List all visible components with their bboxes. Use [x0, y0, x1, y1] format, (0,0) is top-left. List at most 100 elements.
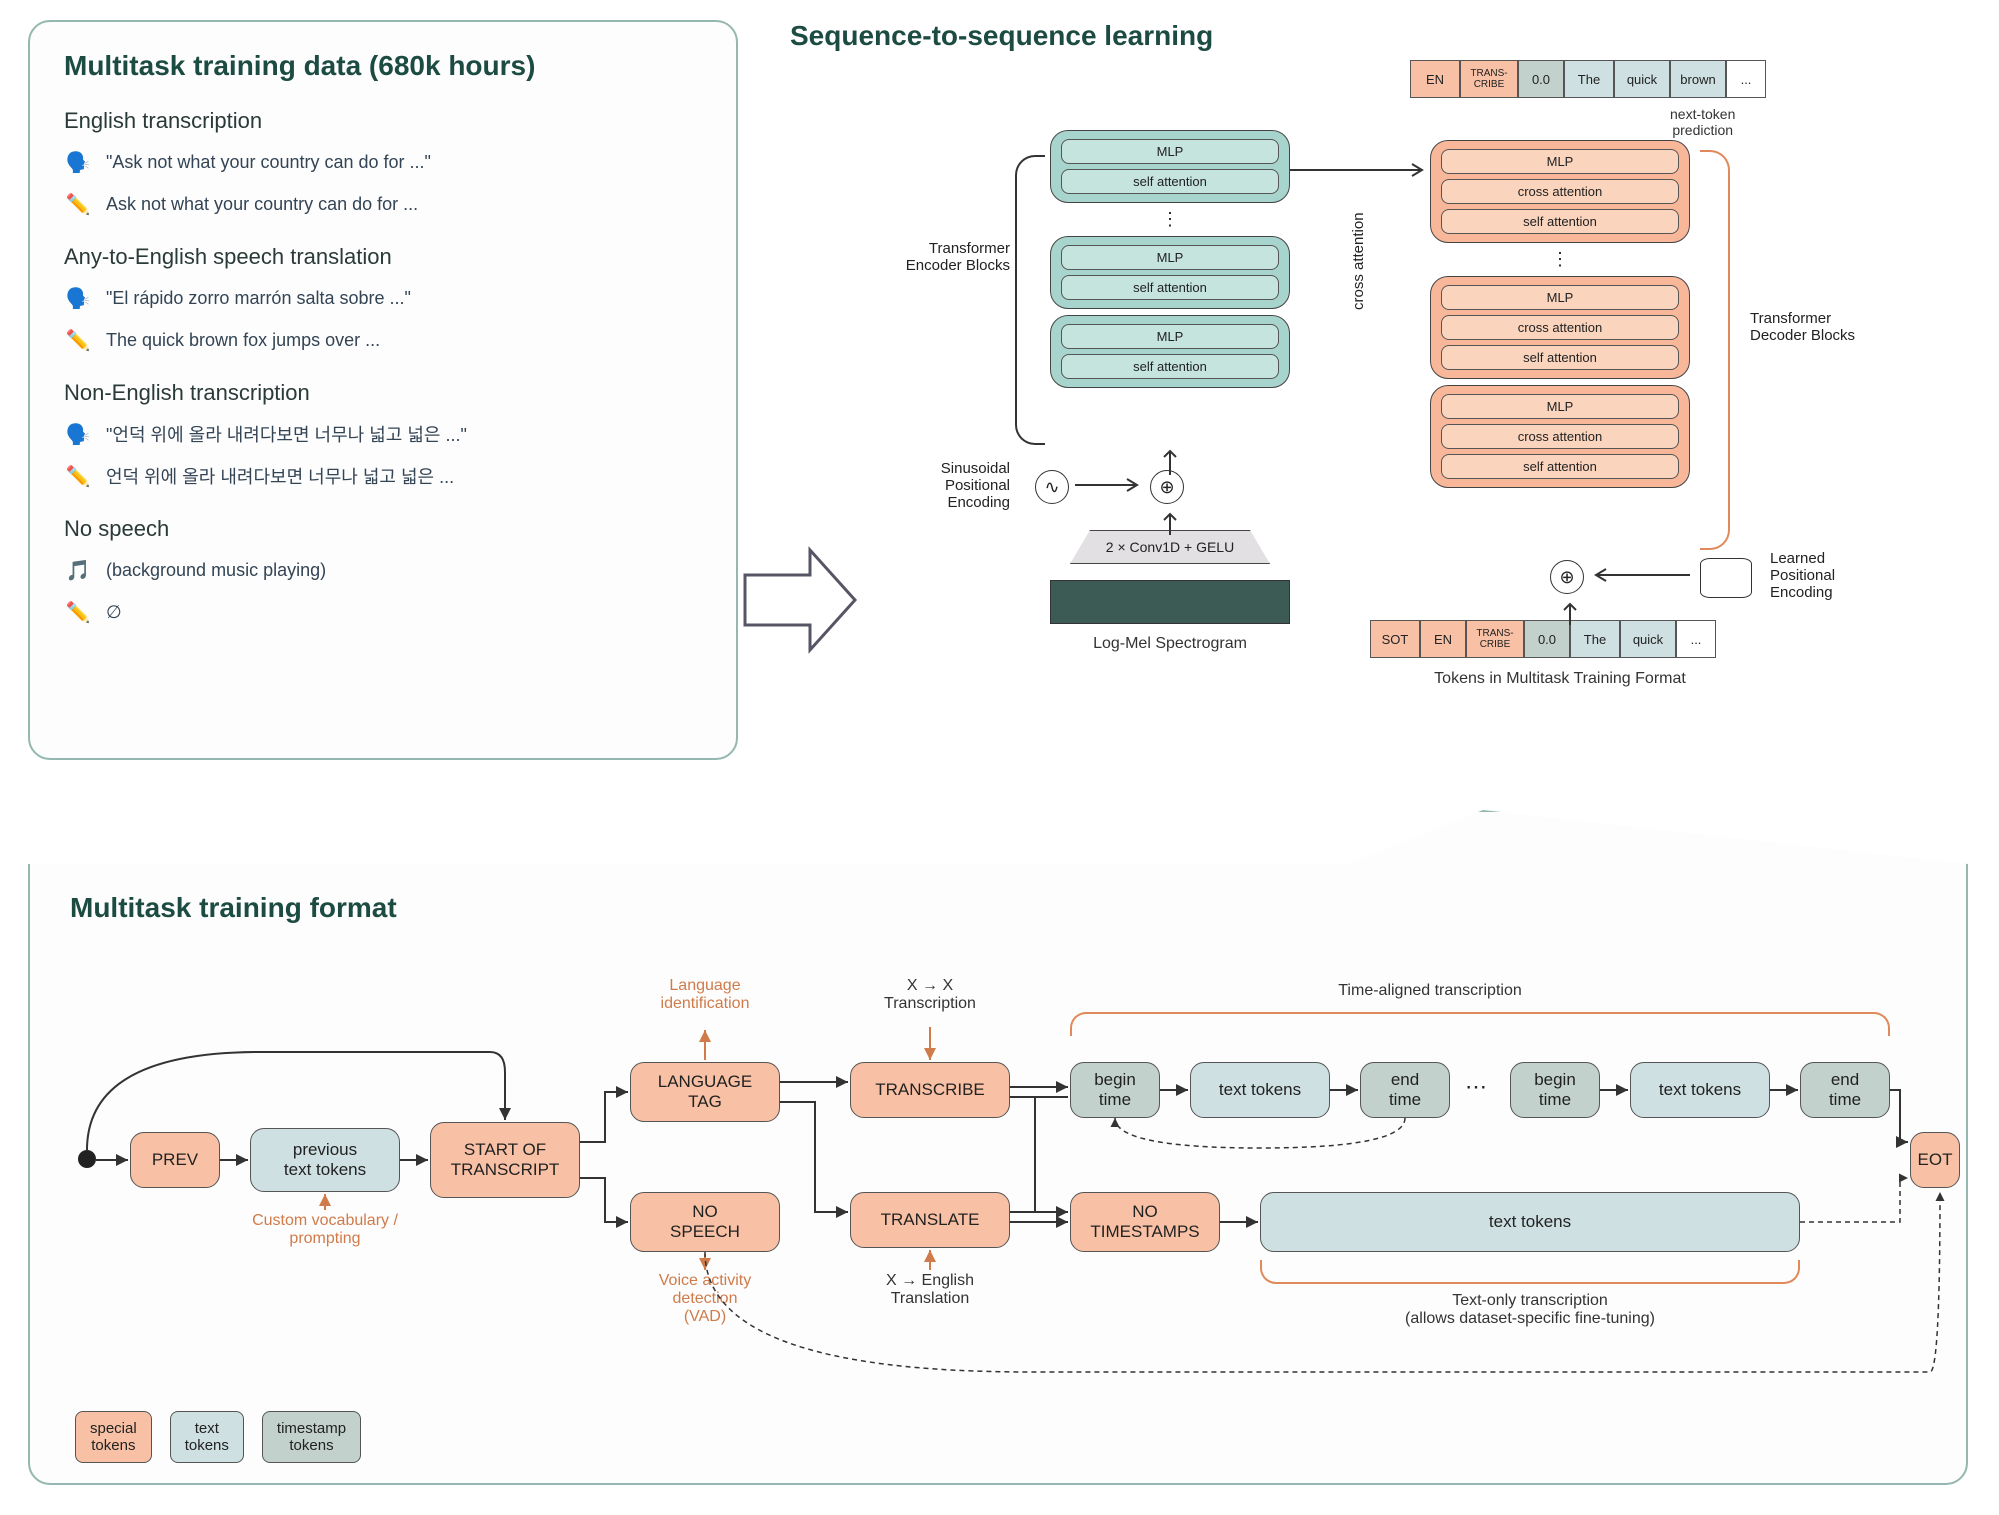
add-icon-2: ⊕ — [1550, 560, 1584, 594]
inputs-label: Tokens in Multitask Training Format — [1370, 670, 1750, 688]
decoder-block-top: MLP cross attention self attention — [1430, 140, 1690, 243]
seq2seq-title: Sequence-to-sequence learning — [790, 20, 1213, 52]
start-of-transcript-token: START OF TRANSCRIPT — [430, 1122, 580, 1198]
encoder-block-mid: MLP self attention — [1050, 236, 1290, 309]
encoder-stack: MLP self attention ⋮ MLP self attention … — [1050, 130, 1290, 388]
vdots-icon: ⋮ — [1430, 249, 1690, 270]
begin-time-token-2: begin time — [1510, 1062, 1600, 1118]
decoder-self-attn-2: self attention — [1441, 345, 1679, 370]
prev-text-tokens: previous text tokens — [250, 1128, 400, 1192]
learned-pe-label: Learned Positional Encoding — [1770, 550, 1930, 601]
text-tokens-box-2: text tokens — [1630, 1062, 1770, 1118]
pencil-icon: ✏️ — [64, 462, 92, 490]
en-audio-example: 🗣️ "Ask not what your country can do for… — [64, 148, 702, 176]
nospeech-text-value: ∅ — [106, 602, 122, 623]
encoder-self-attn: self attention — [1061, 169, 1279, 194]
up-arrow-icon — [1560, 600, 1580, 625]
pencil-icon: ✏️ — [64, 598, 92, 626]
translate-audio-example: 🗣️ "El rápido zorro marrón salta sobre .… — [64, 284, 702, 312]
token-transcribe-2: TRANS- CRIBE — [1466, 620, 1524, 658]
cylinder-icon — [1700, 558, 1752, 598]
right-arrow-icon — [1075, 475, 1145, 495]
nospeech-audio-text: (background music playing) — [106, 560, 326, 581]
training-data-title: Multitask training data (680k hours) — [64, 50, 702, 82]
time-aligned-label: Time-aligned transcription — [1230, 982, 1630, 1000]
translate-text-example: ✏️ The quick brown fox jumps over ... — [64, 326, 702, 354]
decoder-block-mid: MLP cross attention self attention — [1430, 276, 1690, 379]
decoder-block-bottom: MLP cross attention self attention — [1430, 385, 1690, 488]
language-tag-token: LANGUAGE TAG — [630, 1062, 780, 1122]
english-transcription-heading: English transcription — [64, 108, 702, 134]
text-only-label: Text-only transcription (allows dataset-… — [1310, 1292, 1750, 1328]
encoder-block-top: MLP self attention — [1050, 130, 1290, 203]
encoder-self-attn-2: self attention — [1061, 275, 1279, 300]
training-data-panel: Multitask training data (680k hours) Eng… — [28, 20, 738, 760]
pencil-icon: ✏️ — [64, 326, 92, 354]
legend-text: text tokens — [170, 1411, 244, 1463]
token-transcribe: TRANS- CRIBE — [1460, 60, 1518, 98]
vdots-icon: ⋮ — [1050, 209, 1290, 230]
token-ellipsis-2: ... — [1676, 620, 1716, 658]
start-dot-icon — [78, 1150, 96, 1168]
up-arrow-icon — [1160, 445, 1180, 475]
en-text-example: ✏️ Ask not what your country can do for … — [64, 190, 702, 218]
token-quick-2: quick — [1620, 620, 1676, 658]
token-brown: brown — [1670, 60, 1726, 98]
token-ellipsis: ... — [1726, 60, 1766, 98]
logmel-label: Log-Mel Spectrogram — [1050, 635, 1290, 653]
end-time-token-2: end time — [1800, 1062, 1890, 1118]
brace-encoder-icon — [1015, 155, 1045, 445]
pencil-icon: ✏️ — [64, 190, 92, 218]
prev-token: PREV — [130, 1132, 220, 1188]
speaker-icon: 🗣️ — [64, 148, 92, 176]
decoder-cross-attn-2: cross attention — [1441, 315, 1679, 340]
encoder-mlp-2: MLP — [1061, 245, 1279, 270]
token-en-2: EN — [1420, 620, 1466, 658]
no-speech-token: NO SPEECH — [630, 1192, 780, 1252]
decoder-label: Transformer Decoder Blocks — [1750, 310, 1920, 344]
custom-prompting-label: Custom vocabulary / prompting — [220, 1212, 430, 1248]
up-arrow-icon — [1160, 510, 1180, 535]
en-text-value: Ask not what your country can do for ... — [106, 194, 418, 215]
right-arrow-icon — [1290, 160, 1430, 180]
encoder-mlp: MLP — [1061, 139, 1279, 164]
cross-attention-label: cross attention — [1350, 212, 1367, 310]
music-icon: 🎵 — [64, 556, 92, 584]
vad-label: Voice activity detection (VAD) — [620, 1272, 790, 1326]
decoder-stack: MLP cross attention self attention ⋮ MLP… — [1430, 140, 1690, 488]
token-ts-2: 0.0 — [1524, 620, 1570, 658]
next-token-prediction-label: next-token prediction — [1670, 106, 1735, 138]
translate-text-value: The quick brown fox jumps over ... — [106, 330, 380, 351]
decoder-mlp-2: MLP — [1441, 285, 1679, 310]
sin-pe-label: Sinusoidal Positional Encoding — [830, 460, 1010, 511]
nonen-text-example: ✏️ 언덕 위에 올라 내려다보면 너무나 넓고 넓은 ... — [64, 462, 702, 490]
nospeech-audio-example: 🎵 (background music playing) — [64, 556, 702, 584]
brace-time-aligned-icon — [1070, 1012, 1890, 1036]
decoder-mlp-3: MLP — [1441, 394, 1679, 419]
input-tokens-row: SOT EN TRANS- CRIBE 0.0 The quick ... — [1370, 620, 1716, 658]
seq2seq-diagram: EN TRANS- CRIBE 0.0 The quick brown ... … — [790, 60, 1970, 760]
eot-token: EOT — [1910, 1132, 1960, 1188]
decoder-mlp: MLP — [1441, 149, 1679, 174]
sine-wave-icon: ∿ — [1035, 470, 1069, 504]
token-en: EN — [1410, 60, 1460, 98]
nonen-audio-text: "언덕 위에 올라 내려다보면 너무나 넓고 넓은 ..." — [106, 421, 467, 447]
no-speech-heading: No speech — [64, 516, 702, 542]
translate-token: TRANSLATE — [850, 1192, 1010, 1248]
nonen-text-value: 언덕 위에 올라 내려다보면 너무나 넓고 넓은 ... — [106, 463, 454, 489]
token-ts-0: 0.0 — [1518, 60, 1564, 98]
speaker-icon: 🗣️ — [64, 284, 92, 312]
token-quick: quick — [1614, 60, 1670, 98]
token-the-2: The — [1570, 620, 1620, 658]
add-icon: ⊕ — [1150, 470, 1184, 504]
language-id-label: Language identification — [630, 977, 780, 1013]
decoder-self-attn: self attention — [1441, 209, 1679, 234]
encoder-mlp-3: MLP — [1061, 324, 1279, 349]
translate-audio-text: "El rápido zorro marrón salta sobre ..." — [106, 288, 411, 309]
text-tokens-large: text tokens — [1260, 1192, 1800, 1252]
training-format-panel: Multitask training format PREV previous … — [28, 810, 1968, 1485]
non-en-heading: Non-English transcription — [64, 380, 702, 406]
output-tokens-row: EN TRANS- CRIBE 0.0 The quick brown ... — [1410, 60, 1766, 98]
transcribe-token: TRANSCRIBE — [850, 1062, 1010, 1118]
en-audio-text: "Ask not what your country can do for ..… — [106, 152, 431, 173]
